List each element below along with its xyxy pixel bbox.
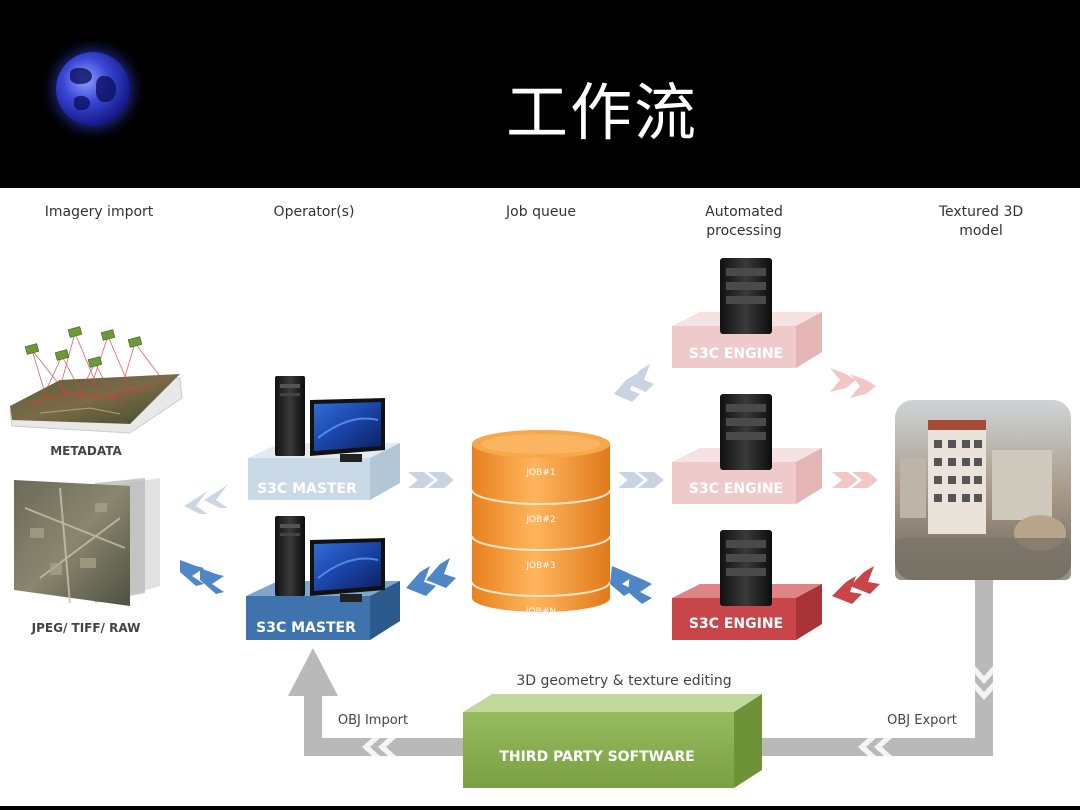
column-textured-line1: Textured 3D	[938, 204, 1023, 220]
slide: 工作流 Imagery import Operator(s) Job queue…	[0, 0, 1080, 810]
column-automated-line1: Automated	[705, 204, 783, 220]
column-automated-line2: processing	[706, 223, 781, 239]
column-imagery-import: Imagery import	[45, 204, 154, 220]
engine-top-server-icon	[720, 258, 772, 334]
arrow-queue-to-engine-middle	[618, 472, 664, 488]
job-3-label: JOB#3	[525, 561, 555, 571]
engine-middle-server-icon	[720, 394, 772, 470]
metadata-terrain-image	[9, 326, 183, 434]
job-2-label: JOB#2	[525, 515, 555, 525]
third-party-software-box	[463, 694, 762, 788]
metadata-label: METADATA	[50, 444, 122, 458]
column-textured-line2: model	[959, 223, 1003, 239]
engine-middle-label: S3C ENGINE	[689, 481, 783, 497]
editing-label: 3D geometry & texture editing	[516, 673, 731, 689]
engine-bottom-server-icon	[720, 530, 772, 606]
arrow-queue-to-engine-top	[614, 364, 654, 402]
master-top-label: S3C MASTER	[257, 481, 357, 497]
master-bottom-computer-icon	[275, 516, 385, 602]
aerial-photos-stack	[14, 478, 160, 606]
obj-export-label: OBJ Export	[887, 713, 957, 728]
bottom-border	[0, 806, 1080, 810]
engine-bottom-label: S3C ENGINE	[689, 616, 783, 632]
job-n-label: JOB#N	[525, 607, 556, 617]
column-job-queue: Job queue	[505, 204, 576, 220]
column-operators: Operator(s)	[274, 204, 355, 220]
third-party-software-label: THIRD PARTY SOFTWARE	[499, 749, 694, 765]
arrow-master-top-to-queue	[408, 472, 454, 488]
engine-top-label: S3C ENGINE	[689, 346, 783, 362]
master-top-computer-icon	[275, 376, 385, 462]
slide-title: 工作流	[505, 76, 698, 149]
arrow-master-bottom-to-queue	[406, 558, 456, 596]
obj-import-label: OBJ Import	[338, 713, 408, 728]
workflow-diagram: Imagery import Operator(s) Job queue Aut…	[0, 188, 1080, 806]
formats-label: JPEG/ TIFF/ RAW	[31, 621, 141, 635]
slide-header: 工作流	[0, 0, 1080, 188]
arrow-queue-to-engine-bottom	[610, 566, 652, 604]
textured-model-image	[895, 400, 1071, 580]
arrow-engine-middle-to-model	[832, 472, 878, 488]
arrow-imagery-to-master-bottom	[180, 560, 224, 594]
job-1-label: JOB#1	[525, 468, 555, 478]
arrow-imagery-to-master-top	[184, 484, 228, 514]
arrow-engine-top-to-model	[830, 368, 876, 398]
arrow-engine-bottom-to-model	[832, 566, 880, 604]
master-bottom-label: S3C MASTER	[256, 620, 356, 636]
